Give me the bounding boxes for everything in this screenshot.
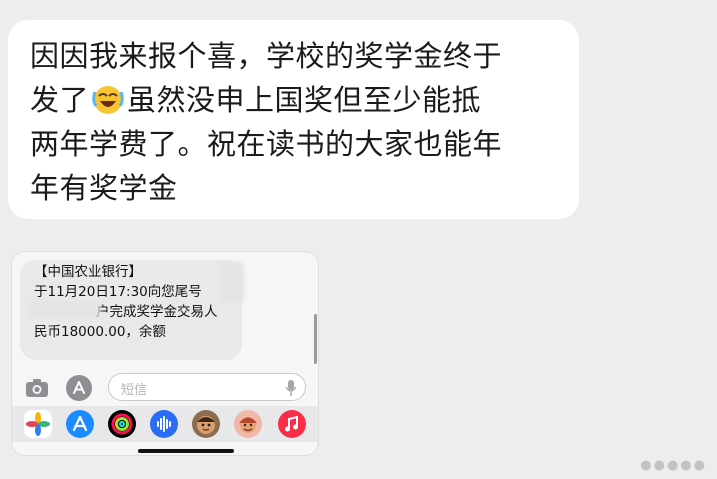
message-bubble[interactable]: 因因我来报个喜，学校的奖学金终于 发了 虽然没申上国奖但至少能抵 两年学费了。祝在… [8, 20, 579, 219]
redaction-mask [222, 262, 244, 302]
message-line: 年有奖学金 [30, 171, 178, 205]
scrollbar [314, 314, 317, 364]
microphone-icon[interactable] [285, 379, 297, 401]
app-store-icon[interactable] [66, 410, 94, 438]
redaction-mask [30, 300, 100, 318]
fitness-icon[interactable] [108, 410, 136, 438]
sms-line: 于11月20日17:30向您尾号 [34, 284, 202, 300]
sms-line: 户完成奖学金交易人 [96, 304, 218, 320]
memoji-icon[interactable] [192, 410, 220, 438]
message-line: 因因我来报个喜，学校的奖学金终于 [30, 39, 503, 73]
message-line-prefix: 发了 [30, 83, 90, 117]
laughing-crying-emoji-icon [91, 82, 125, 116]
audio-message-icon[interactable] [150, 410, 178, 438]
message-line-rest: 虽然没申上国奖但至少能抵 [127, 83, 482, 117]
message-composer: 短信 [12, 370, 318, 406]
message-line: 发了 虽然没申上国奖但至少能抵 [30, 78, 559, 122]
memoji-stickers-icon[interactable] [234, 410, 262, 438]
camera-icon[interactable] [24, 375, 50, 401]
sms-input-placeholder: 短信 [121, 383, 148, 398]
sms-line: 民币18000.00，余额 [34, 324, 166, 340]
sms-input[interactable]: 短信 [108, 373, 306, 401]
home-indicator [138, 449, 234, 453]
music-icon[interactable] [278, 410, 306, 438]
more-options-icon[interactable]: ●●●●● [640, 458, 707, 473]
imessage-app-tray [12, 406, 318, 442]
sms-screenshot-image[interactable]: 【中国农业银行】 于11月20日17:30向您尾号 户完成奖学金交易人 民币18… [11, 251, 319, 456]
sms-line: 【中国农业银行】 [34, 264, 142, 280]
photos-icon[interactable] [24, 410, 52, 438]
message-line: 两年学费了。祝在读书的大家也能年 [30, 127, 503, 161]
app-store-button-icon[interactable] [66, 375, 92, 401]
